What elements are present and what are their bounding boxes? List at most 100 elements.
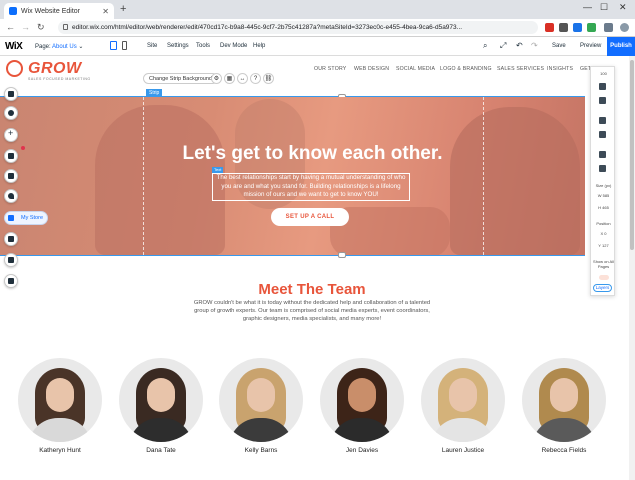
page-selector[interactable]: Page: About Us ⌄ xyxy=(35,43,83,50)
forward-icon[interactable]: → xyxy=(21,22,30,33)
settings-gear-icon[interactable]: ⚙ xyxy=(211,73,222,84)
store-icon xyxy=(8,215,14,221)
y-field[interactable]: Y 127 xyxy=(591,243,616,248)
browser-window: Wix Website Editor ✕ + — ☐ ✕ ← → ↻ edito… xyxy=(0,0,635,480)
set-up-call-button[interactable]: SET UP A CALL xyxy=(271,208,349,226)
menu-help[interactable]: Help xyxy=(253,43,265,49)
reload-icon[interactable]: ↻ xyxy=(37,22,45,33)
save-button[interactable]: Save xyxy=(552,43,566,49)
team-photo[interactable] xyxy=(522,358,606,442)
height-field[interactable]: H 465 xyxy=(591,205,616,210)
site-nav-get-started[interactable]: GET STARTED xyxy=(580,66,590,72)
add-apps-icon[interactable] xyxy=(4,149,18,163)
browser-tab[interactable]: Wix Website Editor ✕ xyxy=(4,3,114,19)
strip-bottom-handle[interactable] xyxy=(338,252,346,258)
my-store-button[interactable]: My Store xyxy=(4,211,48,225)
gridline-left xyxy=(143,97,144,255)
chevron-down-icon: ⌄ xyxy=(78,44,84,50)
help-icon[interactable]: ? xyxy=(250,73,261,84)
align-icon[interactable] xyxy=(599,131,606,138)
team-photo[interactable] xyxy=(219,358,303,442)
extensions-puzzle-icon[interactable] xyxy=(604,23,613,32)
menu-site[interactable]: Site xyxy=(147,43,157,49)
profile-avatar[interactable] xyxy=(620,23,629,32)
back-icon[interactable]: ← xyxy=(6,22,15,33)
change-strip-background-button[interactable]: Change Strip Background xyxy=(143,73,218,84)
scrollbar-thumb[interactable] xyxy=(630,60,634,250)
hero-photo-person xyxy=(95,105,225,255)
width-field[interactable]: W 585 xyxy=(591,193,616,198)
site-nav-sales-services[interactable]: SALES SERVICES xyxy=(497,66,544,72)
member-name[interactable]: Jen Davies xyxy=(312,447,412,454)
zoom-icon[interactable]: ⌕ xyxy=(483,41,487,51)
extension-icon[interactable] xyxy=(545,23,554,32)
add-icon[interactable]: + xyxy=(4,128,18,142)
distribute-icon[interactable] xyxy=(599,151,606,158)
stretch-icon[interactable]: ↔ xyxy=(237,73,248,84)
extension-icon[interactable] xyxy=(587,23,596,32)
new-tab-icon[interactable]: + xyxy=(120,3,126,16)
bookings-icon[interactable] xyxy=(4,232,18,246)
hero-photo-person xyxy=(450,107,580,255)
copy-icon[interactable] xyxy=(599,83,606,90)
team-photo[interactable] xyxy=(18,358,102,442)
menu-tools[interactable]: Tools xyxy=(196,43,210,49)
menus-pages-icon[interactable] xyxy=(4,87,18,101)
preview-button[interactable]: Preview xyxy=(580,43,601,49)
url-field[interactable]: editor.wix.com/html/editor/web/renderer/… xyxy=(58,21,538,34)
undo-icon[interactable]: ↶ xyxy=(516,41,523,50)
editor-top-bar: WiX Page: About Us ⌄ Site Settings Tools… xyxy=(0,37,635,56)
arrange-icon[interactable] xyxy=(599,117,606,124)
team-intro[interactable]: GROW couldn't be what it is today withou… xyxy=(186,299,438,324)
layout-icon[interactable]: ▦ xyxy=(224,73,235,84)
team-photo[interactable] xyxy=(119,358,203,442)
member-name[interactable]: Dana Tate xyxy=(111,447,211,454)
url-text: editor.wix.com/html/editor/web/renderer/… xyxy=(72,24,463,31)
maximize-icon[interactable]: ☐ xyxy=(600,2,608,13)
mobile-view-icon[interactable] xyxy=(122,41,127,50)
hero-title[interactable]: Let's get to know each other. xyxy=(0,143,625,165)
background-icon[interactable] xyxy=(4,106,18,120)
duplicate-icon[interactable] xyxy=(599,97,606,104)
member-name[interactable]: Katheryn Hunt xyxy=(10,447,110,454)
extension-icon[interactable] xyxy=(573,23,582,32)
redo-icon[interactable]: ↷ xyxy=(531,41,538,50)
team-photo[interactable] xyxy=(421,358,505,442)
gridline-right xyxy=(483,97,484,255)
link-icon[interactable]: ⛓ xyxy=(263,73,274,84)
data-icon[interactable] xyxy=(4,253,18,267)
x-field[interactable]: X 0 xyxy=(591,231,616,236)
site-nav-our-story[interactable]: OUR STORY xyxy=(314,66,346,72)
close-window-icon[interactable]: ✕ xyxy=(619,2,627,13)
site-nav-web-design[interactable]: WEB DESIGN xyxy=(354,66,389,72)
menu-dev-mode[interactable]: Dev Mode xyxy=(220,43,247,49)
team-title[interactable]: Meet The Team xyxy=(0,281,624,298)
show-all-pages-toggle[interactable] xyxy=(599,275,609,280)
member-name[interactable]: Rebecca Fields xyxy=(514,447,614,454)
fit-screen-icon[interactable]: ⤢ xyxy=(500,41,506,51)
member-name[interactable]: Kelly Barns xyxy=(211,447,311,454)
minimize-icon[interactable]: — xyxy=(583,2,592,12)
extension-icon[interactable] xyxy=(559,23,568,32)
site-nav-social-media[interactable]: SOCIAL MEDIA xyxy=(396,66,435,72)
member-name[interactable]: Lauren Justice xyxy=(413,447,513,454)
blog-icon[interactable] xyxy=(4,189,18,203)
lock-icon xyxy=(63,24,68,30)
page-label: Page: xyxy=(35,44,51,50)
publish-button[interactable]: Publish xyxy=(607,37,635,56)
site-nav-insights[interactable]: INSIGHTS xyxy=(547,66,573,72)
media-icon[interactable] xyxy=(4,169,18,183)
team-photo[interactable] xyxy=(320,358,404,442)
menu-settings[interactable]: Settings xyxy=(167,43,189,49)
close-tab-icon[interactable]: ✕ xyxy=(102,7,109,16)
page-value: About Us xyxy=(52,44,77,50)
site-nav-logo-branding[interactable]: LOGO & BRANDING xyxy=(440,66,492,72)
hero-body-text[interactable]: The best relationships start by having a… xyxy=(214,174,408,200)
desktop-view-icon[interactable] xyxy=(110,41,117,50)
position-label: Position xyxy=(596,221,611,226)
grow-logo-icon xyxy=(6,60,23,77)
notification-dot xyxy=(21,146,25,150)
match-size-icon[interactable] xyxy=(599,165,606,172)
address-bar-row: ← → ↻ editor.wix.com/html/editor/web/ren… xyxy=(0,19,635,37)
wix-favicon-icon xyxy=(9,7,17,15)
